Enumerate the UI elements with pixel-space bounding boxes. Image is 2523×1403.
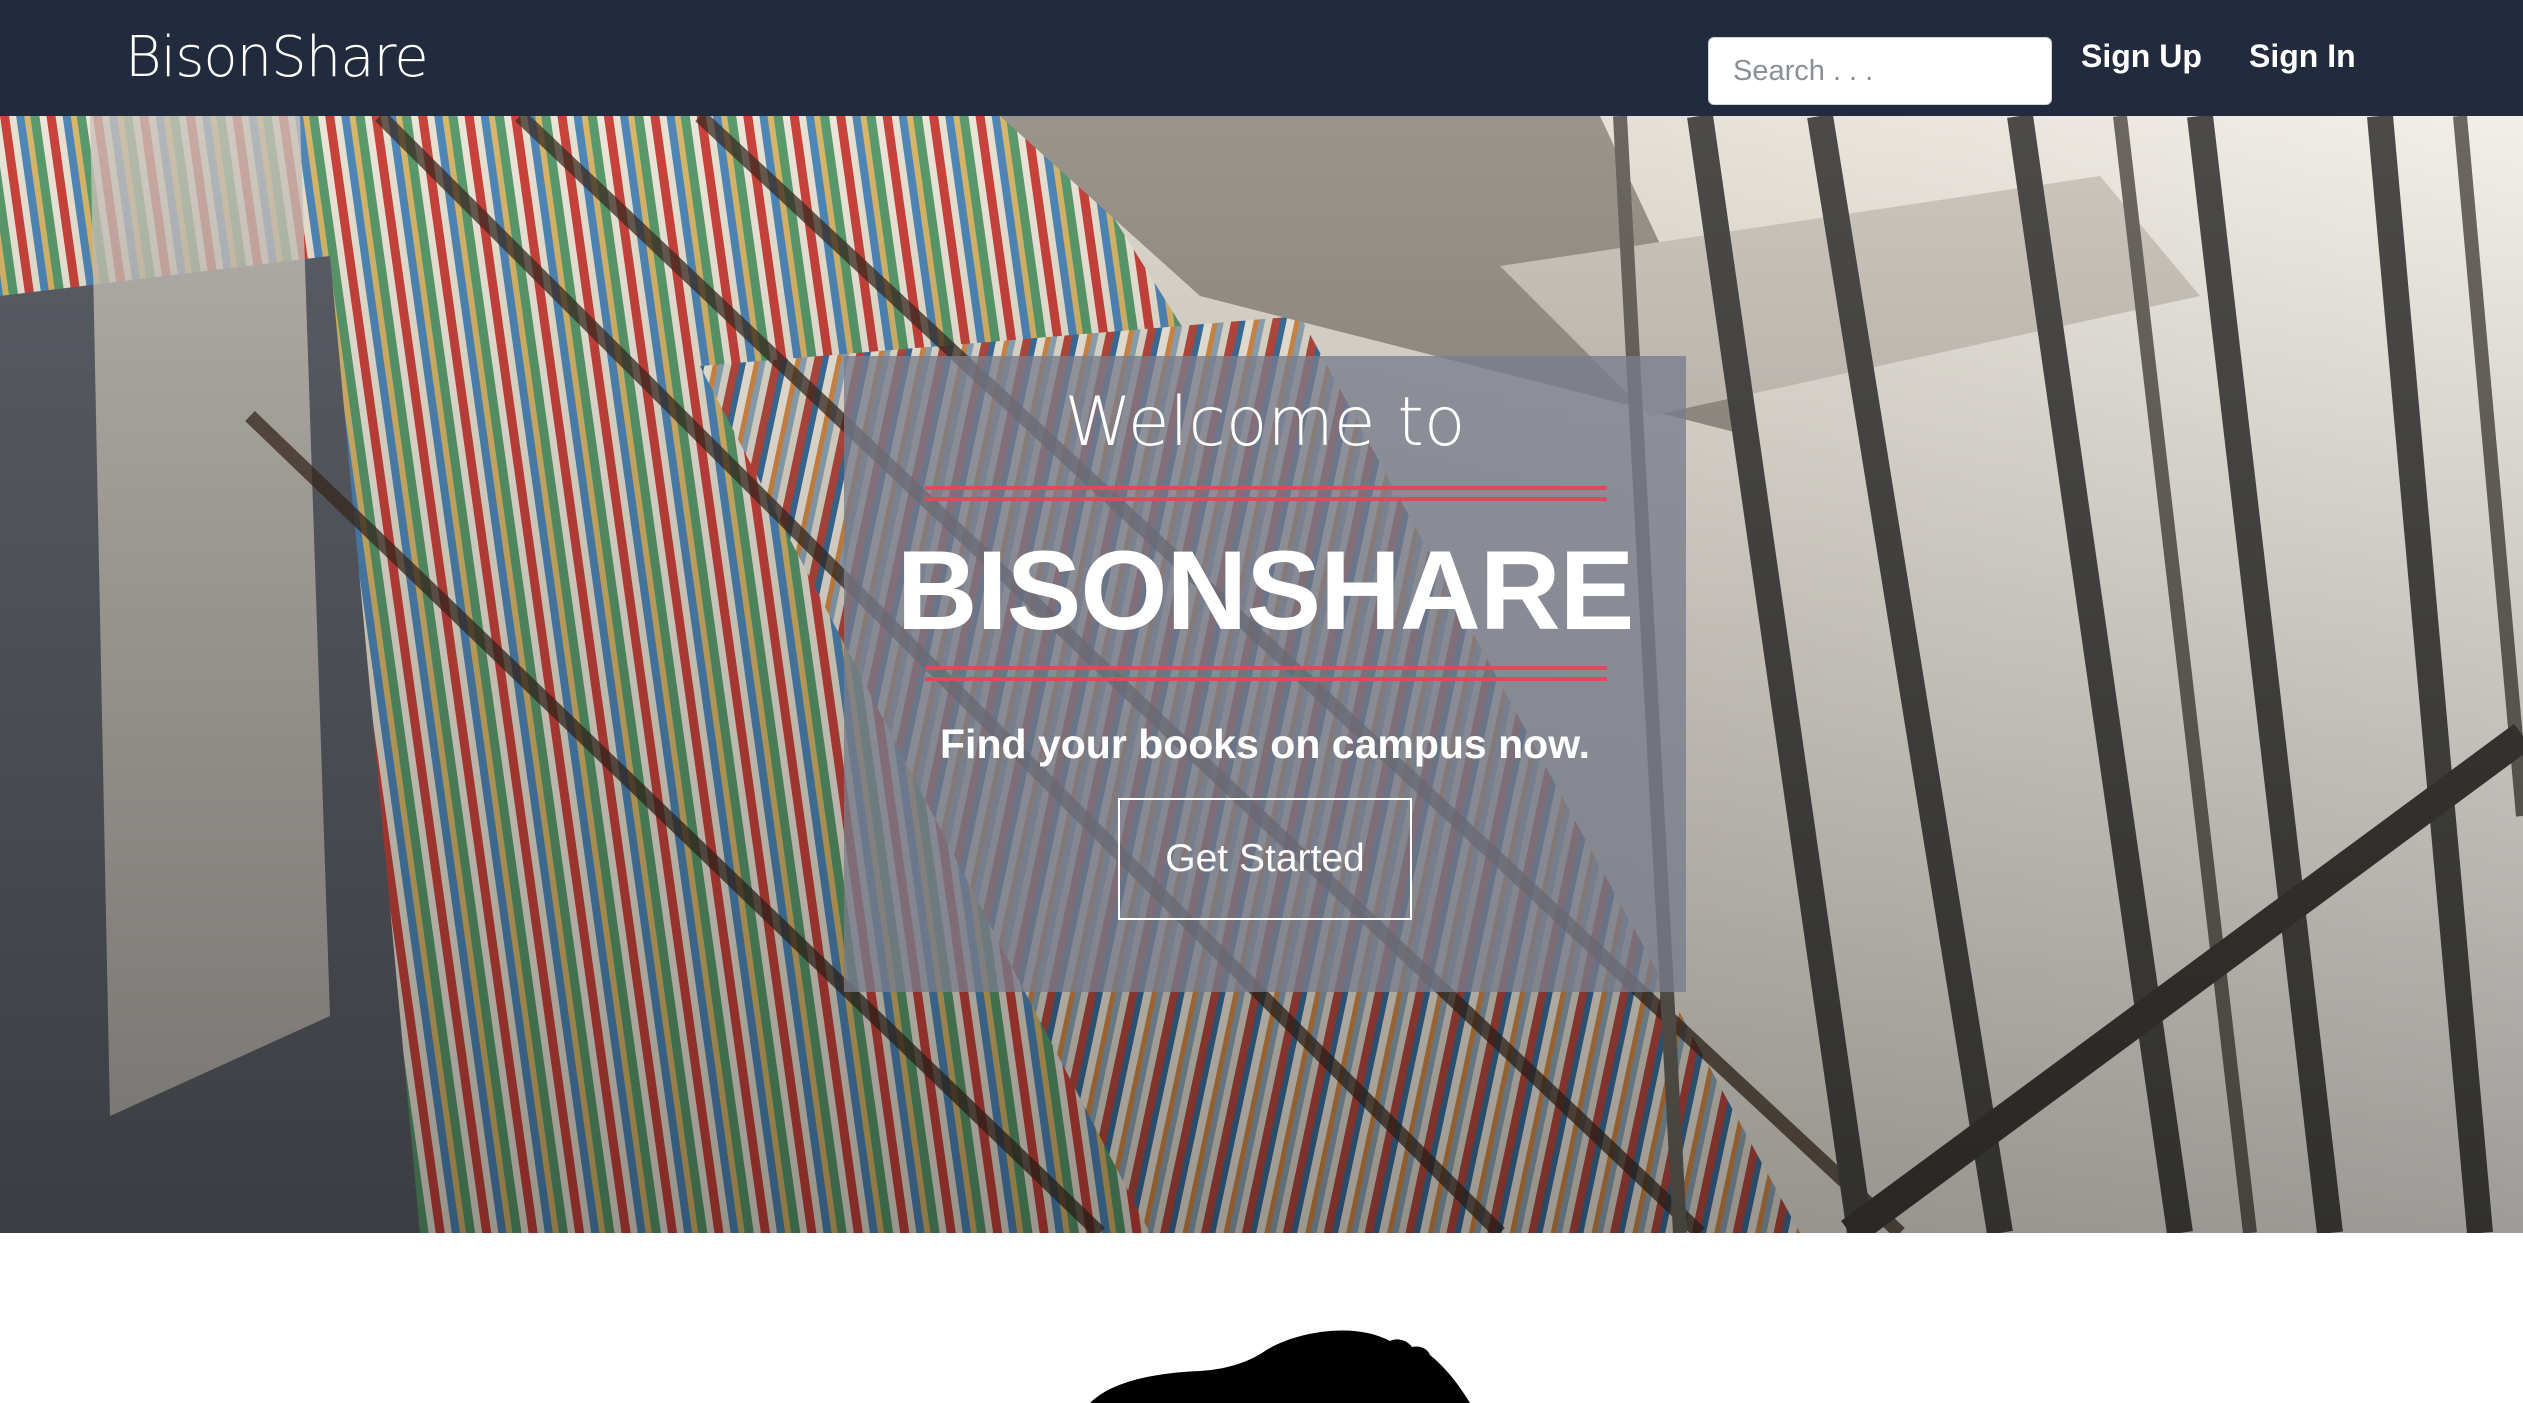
sign-up-link[interactable]: Sign Up bbox=[2081, 34, 2202, 78]
accent-rule-top bbox=[925, 486, 1607, 501]
content-section bbox=[0, 1233, 2523, 1403]
bison-silhouette-icon bbox=[1090, 1330, 1470, 1403]
hero-title: BISONSHARE bbox=[896, 528, 1635, 653]
accent-rule-bottom bbox=[925, 666, 1607, 681]
search-input[interactable] bbox=[1708, 37, 2052, 105]
welcome-card: Welcome to BISONSHARE Find your books on… bbox=[844, 356, 1686, 992]
top-navbar: BisonShare Sign Up Sign In bbox=[0, 0, 2523, 116]
hero-section: Welcome to BISONSHARE Find your books on… bbox=[0, 116, 2523, 1233]
brand-logo[interactable]: BisonShare bbox=[125, 22, 429, 94]
sign-in-link[interactable]: Sign In bbox=[2249, 34, 2356, 78]
get-started-button[interactable]: Get Started bbox=[1118, 798, 1412, 920]
welcome-heading: Welcome to bbox=[1064, 383, 1466, 462]
hero-tagline: Find your books on campus now. bbox=[940, 721, 1590, 767]
